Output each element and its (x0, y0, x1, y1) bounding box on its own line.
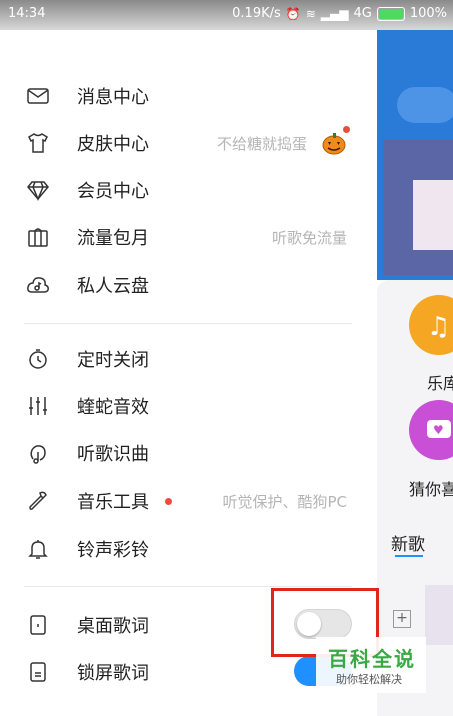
svg-text:♥: ♥ (433, 423, 444, 437)
add-icon: + (393, 610, 411, 628)
cloud-music-icon (24, 271, 52, 299)
menu-label: 消息中心 (77, 87, 149, 108)
menu-label: 流量包月 (77, 228, 149, 249)
menu-hint: 听歌免流量 (271, 228, 347, 247)
menu-label: 音乐工具 (77, 492, 149, 513)
menu-item-music-recognition[interactable]: 听歌识曲 (0, 430, 377, 476)
menu-item-music-tools[interactable]: 音乐工具 听觉保护、酷狗PC (0, 478, 377, 524)
song-cover (425, 585, 453, 645)
music-library-icon: ♫ (409, 295, 453, 355)
bg-header (377, 30, 453, 280)
menu-label: 蝰蛇音效 (77, 397, 149, 418)
menu-item-vip[interactable]: 会员中心 (0, 167, 377, 213)
watermark-title: 百科全说 (328, 647, 416, 671)
menu-item-messages[interactable]: 消息中心 (0, 73, 377, 119)
battery-level: 100% (409, 6, 447, 21)
bg-banner-card (413, 180, 453, 250)
network-speed: 0.19K/s (232, 6, 281, 21)
menu-label: 会员中心 (77, 181, 149, 202)
menu-hint: 不给糖就捣蛋 (216, 134, 307, 153)
bg-banner (383, 140, 453, 275)
menu-item-sound-effects[interactable]: 蝰蛇音效 (0, 383, 377, 429)
wrench-icon (24, 487, 52, 515)
menu-label: 皮肤中心 (77, 134, 149, 155)
battery-icon (376, 6, 405, 21)
alarm-off-icon: ⏰ (285, 6, 301, 21)
bg-search-bar (397, 87, 453, 123)
bell-icon (24, 535, 52, 563)
timer-icon (24, 345, 52, 373)
section-underline (395, 555, 423, 557)
menu-label: 铃声彩铃 (77, 540, 149, 561)
recognize-music-icon (24, 439, 52, 467)
wifi-icon: ≋ (305, 6, 316, 21)
watermark-subtitle: 助你轻松解决 (336, 673, 402, 686)
menu-label: 锁屏歌词 (77, 663, 149, 684)
status-indicators: 0.19K/s ⏰ ≋ ▂▄▆ 4G 100% (232, 6, 447, 21)
gift-icon (24, 223, 52, 251)
desktop-lyrics-icon (24, 611, 52, 639)
menu-item-ringtones[interactable]: 铃声彩铃 (0, 526, 377, 572)
menu-item-sleep-timer[interactable]: 定时关闭 (0, 336, 377, 382)
guess-you-like-icon: ♥ (409, 400, 453, 460)
status-time: 14:34 (8, 6, 46, 21)
status-bar: 14:34 0.19K/s ⏰ ≋ ▂▄▆ 4G 100% (0, 0, 453, 30)
menu-item-cloud-disk[interactable]: 私人云盘 (0, 262, 377, 308)
bg-label-new-songs: 新歌 (391, 535, 425, 555)
bg-label-library: 乐库 (427, 374, 453, 393)
menu-label: 定时关闭 (77, 350, 149, 371)
network-type: 4G (353, 6, 372, 21)
menu-label: 桌面歌词 (77, 616, 149, 637)
watermark: 百科全说 助你轻松解决 (316, 637, 426, 693)
diamond-icon (24, 176, 52, 204)
menu-divider (24, 323, 352, 324)
menu-hint: 听觉保护、酷狗PC (222, 492, 347, 511)
pumpkin-icon (321, 130, 347, 156)
tshirt-icon (24, 129, 52, 157)
menu-label: 听歌识曲 (77, 444, 149, 465)
lockscreen-lyrics-icon (24, 658, 52, 686)
background-app: ♫ 乐库 ♥ 猜你喜 新歌 + (377, 30, 453, 716)
menu-divider (24, 586, 352, 587)
notification-dot (165, 497, 172, 505)
svg-text:♫: ♫ (427, 312, 450, 342)
bg-label-guess: 猜你喜 (409, 480, 453, 499)
mail-icon (24, 82, 52, 110)
menu-label: 私人云盘 (77, 276, 149, 297)
menu-item-skins[interactable]: 皮肤中心 不给糖就捣蛋 (0, 120, 377, 166)
equalizer-icon (24, 392, 52, 420)
notification-dot (343, 126, 350, 133)
menu-item-data-plan[interactable]: 流量包月 听歌免流量 (0, 214, 377, 260)
signal-icon: ▂▄▆ (320, 6, 349, 21)
